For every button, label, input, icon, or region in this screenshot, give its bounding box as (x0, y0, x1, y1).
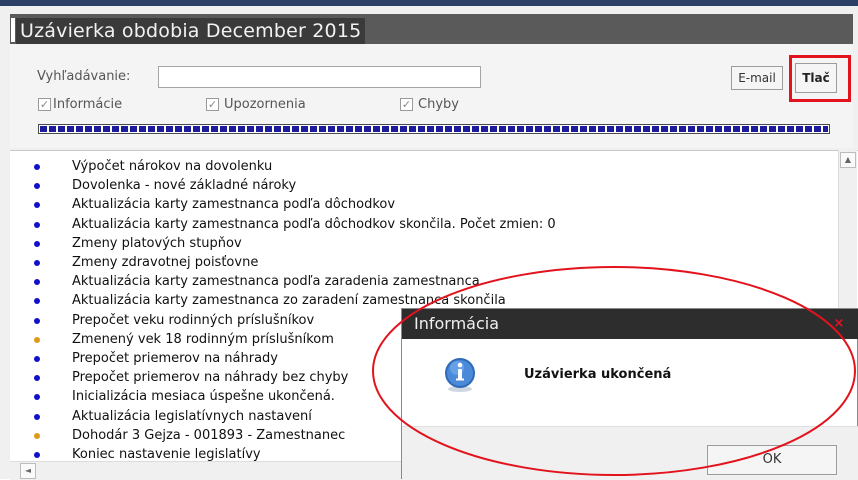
scroll-left-icon[interactable]: ◄ (20, 463, 36, 479)
bullet-icon (34, 432, 40, 439)
bullet-icon (34, 202, 40, 209)
log-row-text: Prepočet veku rodinných príslušníkov (72, 312, 315, 328)
log-row-text: Prepočet priemerov na náhrady bez chyby (72, 370, 349, 386)
search-input[interactable] (158, 66, 481, 88)
titlebar-edge (11, 18, 15, 42)
log-row-text: Aktualizácia karty zamestnanca podľa dôc… (72, 216, 556, 232)
filter-warnings-label: Upozornenia (224, 97, 306, 112)
log-row[interactable]: Aktualizácia karty zamestnanca podľa dôc… (10, 215, 838, 235)
bullet-icon (34, 279, 40, 286)
annotation-ellipse (372, 266, 856, 476)
scroll-up-icon[interactable]: ▲ (840, 152, 856, 168)
filter-errors-label: Chyby (418, 97, 459, 112)
progress-bar (38, 124, 830, 134)
checkbox-errors[interactable]: ✓ (400, 98, 413, 111)
log-row[interactable]: Dovolenka - nové základné nároky (10, 176, 838, 196)
log-row-text: Zmeny zdravotnej poisťovne (72, 255, 259, 270)
checkbox-warnings[interactable]: ✓ (206, 98, 219, 111)
search-label: Vyhľadávanie: (37, 69, 131, 84)
log-row-text: Zmeny platových stupňov (72, 235, 242, 251)
bullet-icon (34, 394, 40, 401)
log-row-text: Aktualizácia karty zamestnanca podľa dôc… (72, 197, 396, 213)
bullet-icon (34, 221, 40, 228)
bullet-icon (34, 452, 40, 458)
log-row[interactable]: Výpočet nárokov na dovolenku (10, 157, 838, 177)
bullet-icon (34, 336, 40, 343)
bullet-icon (34, 317, 40, 324)
log-row[interactable]: Aktualizácia karty zamestnanca podľa dôc… (10, 195, 838, 215)
bullet-icon (34, 240, 40, 247)
email-button[interactable]: E-mail (731, 66, 783, 90)
log-row-text: Inicializácia mesiaca úspešne ukončená. (72, 389, 335, 405)
bullet-icon (34, 260, 40, 266)
bullet-icon (34, 356, 40, 362)
window-title: Uzávierka obdobia December 2015 (16, 18, 366, 44)
filter-info-label: Informácie (53, 97, 123, 112)
bullet-icon (34, 375, 40, 382)
log-row-text: Výpočet nárokov na dovolenku (72, 159, 273, 174)
log-row-text: Dovolenka - nové základné nároky (72, 178, 297, 194)
progress-fill (40, 126, 828, 132)
log-row-text: Zmenený vek 18 rodinným príslušníkom (72, 331, 334, 347)
log-row-text: Prepočet priemerov na náhrady (72, 351, 278, 366)
bullet-icon (34, 164, 40, 170)
bullet-icon (34, 183, 40, 190)
log-row-text: Aktualizácia legislatívnych nastavení (72, 408, 312, 424)
log-row[interactable]: Zmeny platových stupňov (10, 234, 838, 254)
checkbox-info[interactable]: ✓ (38, 98, 51, 111)
log-row-text: Dohodár 3 Gejza - 001893 - Zamestnanec (72, 427, 346, 443)
horizontal-scrollbar[interactable]: ◄ (10, 461, 402, 480)
bullet-icon (34, 413, 40, 420)
print-highlight-box (789, 55, 851, 102)
bullet-icon (34, 298, 40, 305)
